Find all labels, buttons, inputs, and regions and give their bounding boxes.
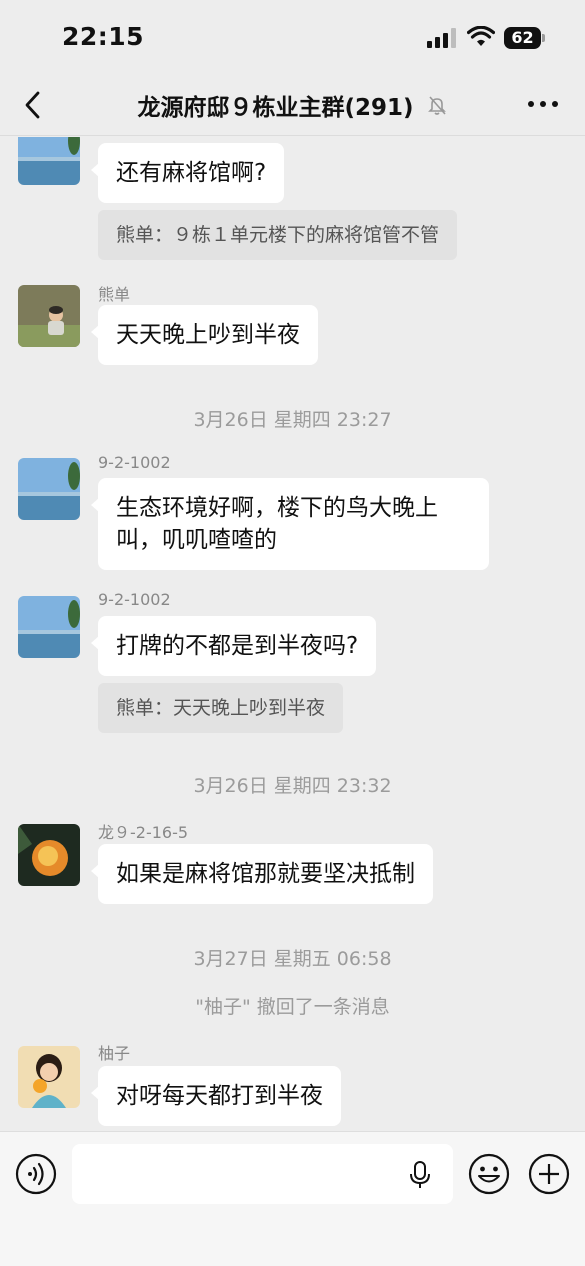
voice-icon[interactable]: [15, 1153, 57, 1195]
message-bubble[interactable]: 天天晚上吵到半夜: [91, 305, 318, 365]
message-line: 生态环境好啊，楼下的鸟大晚上: [116, 495, 438, 521]
status-time: 22:15: [62, 22, 145, 51]
avatar[interactable]: [18, 137, 80, 185]
quoted-message[interactable]: 熊单：９栋１单元楼下的麻将馆管不管: [98, 210, 458, 260]
message-bubble[interactable]: 还有麻将馆啊?: [90, 143, 285, 203]
message-bubble[interactable]: 对呀每天都打到半夜: [91, 1066, 341, 1126]
group-name: 龙源府邸９栋业主群(291): [137, 95, 414, 121]
timestamp: 3月26日 星期四 23:32: [193, 775, 392, 797]
message-bubble[interactable]: 打牌的不都是到半夜吗?: [90, 616, 377, 676]
message-list[interactable]: 还有麻将馆啊? 熊单：９栋１单元楼下的麻将馆管不管 熊单 天天晚上吵到半夜 3月…: [0, 137, 585, 1131]
message-bubble[interactable]: 生态环境好啊，楼下的鸟大晚上 叫，叽叽喳喳的: [91, 478, 489, 570]
plus-icon[interactable]: [528, 1153, 570, 1195]
battery-level: 62: [511, 28, 534, 47]
recall-notice: "柚子" 撤回了一条消息: [195, 996, 390, 1018]
avatar[interactable]: [18, 824, 80, 886]
message-input[interactable]: [72, 1144, 453, 1204]
signal-icon: [427, 28, 456, 48]
sender-name: 9-2-1002: [98, 453, 171, 472]
input-bar: [0, 1131, 585, 1266]
avatar[interactable]: [18, 458, 80, 520]
message-bubble[interactable]: 如果是麻将馆那就要坚决抵制: [91, 844, 433, 904]
avatar[interactable]: [18, 596, 80, 658]
chat-header: 龙源府邸９栋业主群(291): [0, 76, 585, 136]
mic-icon[interactable]: [408, 1160, 432, 1190]
wifi-icon: [467, 26, 495, 46]
sender-name: 龙９-2-16-5: [98, 823, 189, 842]
timestamp: 3月26日 星期四 23:27: [193, 409, 392, 431]
sender-name: 柚子: [98, 1044, 131, 1063]
status-bar: 22:15 62: [0, 0, 585, 76]
quoted-message[interactable]: 熊单：天天晚上吵到半夜: [98, 683, 344, 733]
sender-name: 熊单: [98, 285, 131, 304]
mute-icon: [427, 96, 446, 115]
sender-name: 9-2-1002: [98, 590, 171, 609]
avatar[interactable]: [18, 1046, 80, 1108]
emoji-icon[interactable]: [468, 1153, 510, 1195]
message-line: 叫，叽叽喳喳的: [116, 527, 277, 553]
battery-icon: 62: [504, 27, 546, 49]
more-icon[interactable]: [527, 98, 559, 110]
chat-title: 龙源府邸９栋业主群(291): [0, 88, 585, 122]
timestamp: 3月27日 星期五 06:58: [193, 948, 392, 970]
avatar[interactable]: [18, 285, 80, 347]
